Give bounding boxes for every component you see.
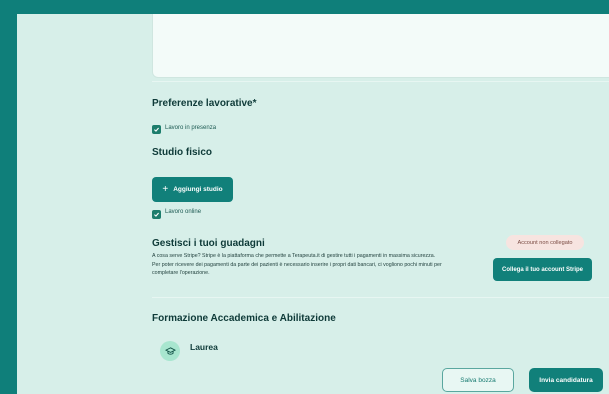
stripe-description: A cosa serve Stripe? Stripe è la piattaf… xyxy=(152,253,442,276)
studio-title: Studio fisico xyxy=(152,147,212,158)
connect-stripe-button[interactable]: Collega il tuo account Stripe xyxy=(493,258,592,281)
add-studio-button[interactable]: + Aggiungi studio xyxy=(152,177,233,202)
section-divider xyxy=(152,81,609,82)
check-icon xyxy=(154,127,160,132)
check-icon xyxy=(154,212,160,217)
submit-application-button[interactable]: Invia candidatura xyxy=(529,368,603,392)
laurea-label[interactable]: Laurea xyxy=(190,342,218,352)
in-person-label: Lavoro in presenza xyxy=(165,125,217,131)
plus-icon: + xyxy=(162,184,169,195)
text-area-card[interactable] xyxy=(152,14,609,78)
application-page: Preferenze lavorative* Lavoro in presenz… xyxy=(17,14,609,394)
section-divider xyxy=(152,297,609,298)
status-badge: Account non collegato xyxy=(506,235,584,250)
work-preferences-title: Preferenze lavorative* xyxy=(152,98,257,109)
graduation-cap-icon xyxy=(160,341,180,361)
add-studio-label: Aggiungi studio xyxy=(173,186,223,193)
in-person-checkbox[interactable] xyxy=(152,125,161,134)
online-label: Lavoro online xyxy=(165,209,202,215)
save-draft-button[interactable]: Salva bozza xyxy=(442,368,514,392)
earnings-title: Gestisci i tuoi guadagni xyxy=(152,238,265,249)
education-title: Formazione Accademica e Abilitazione xyxy=(152,313,336,324)
online-checkbox[interactable] xyxy=(152,210,161,219)
